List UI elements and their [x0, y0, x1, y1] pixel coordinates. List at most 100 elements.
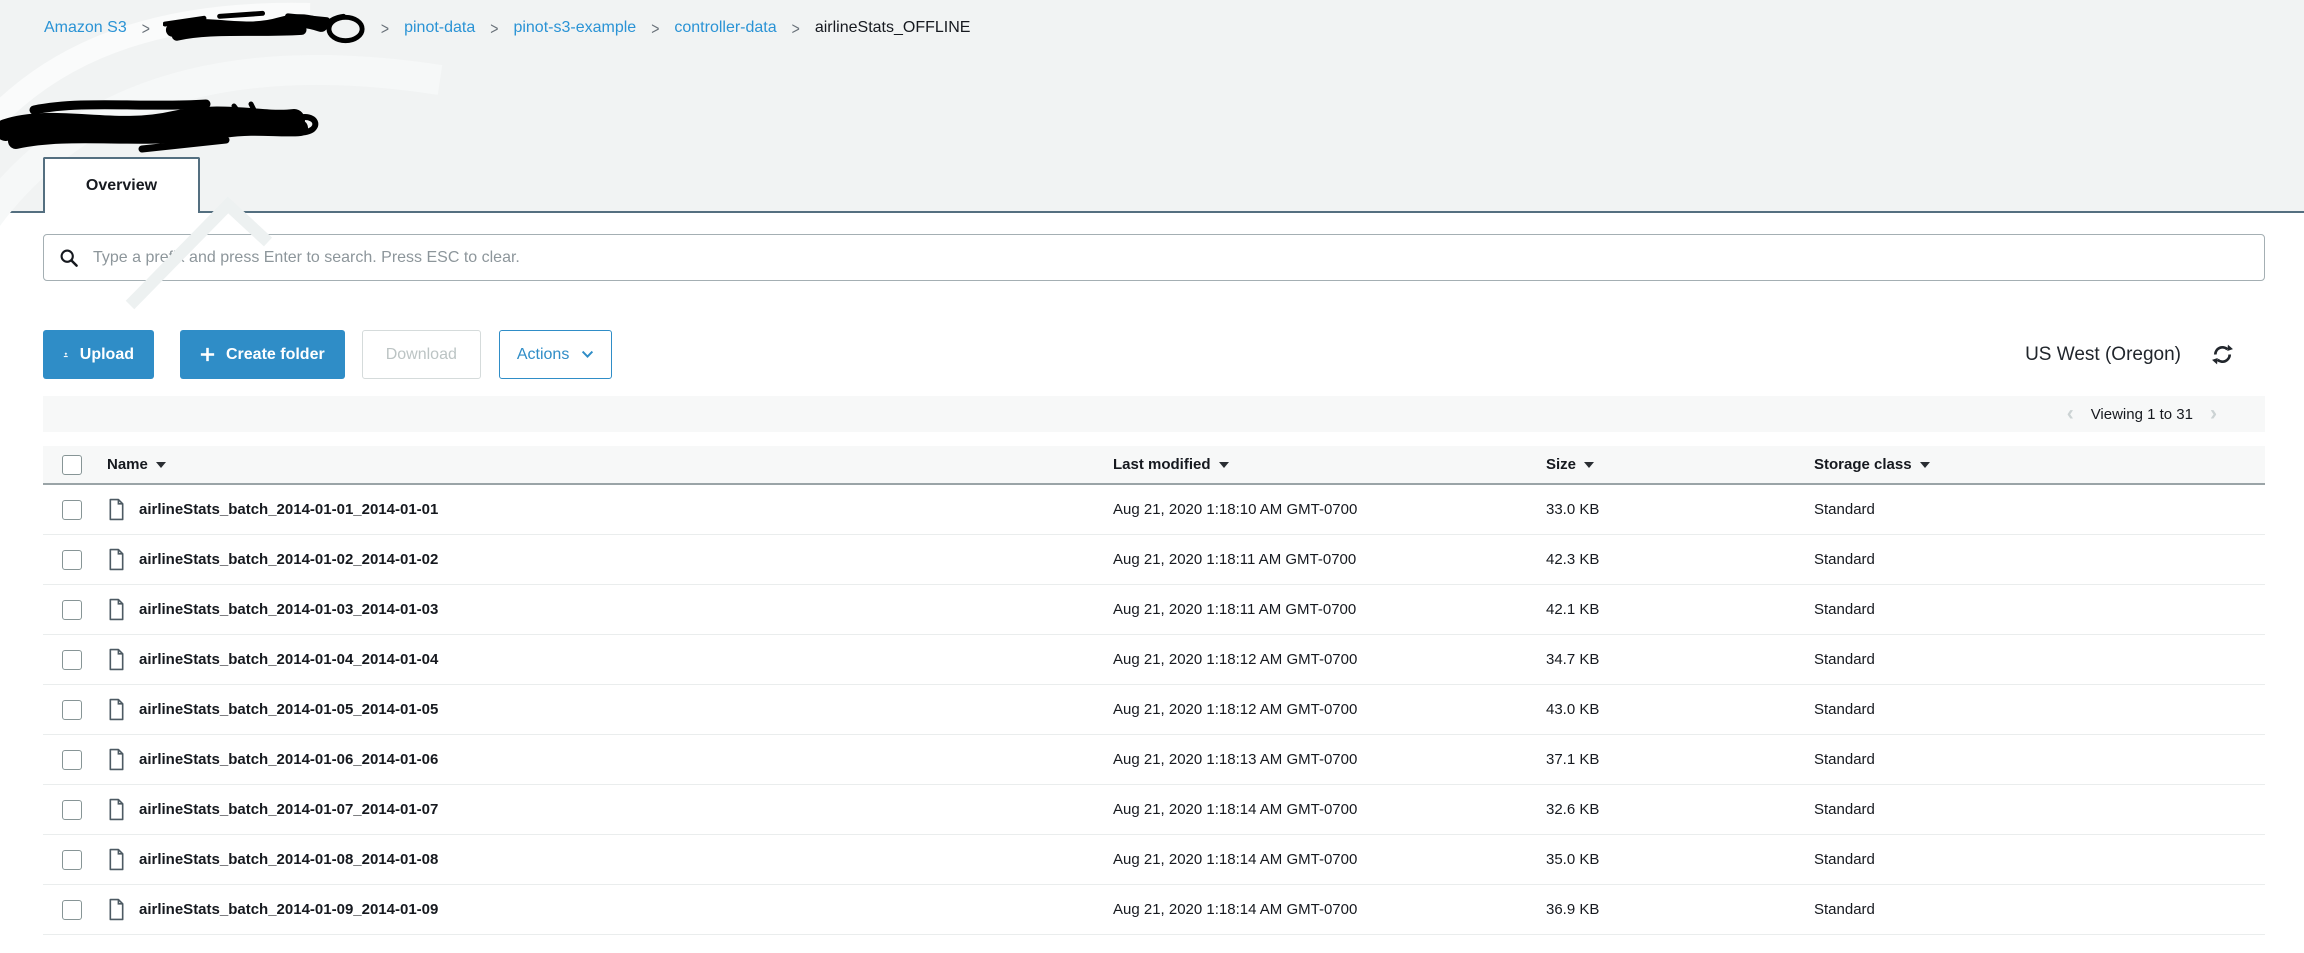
table-row[interactable]: airlineStats_batch_2014-01-07_2014-01-07…	[43, 785, 2265, 835]
object-name-link[interactable]: airlineStats_batch_2014-01-03_2014-01-03	[139, 601, 438, 618]
breadcrumb-separator: >	[792, 18, 800, 38]
object-last-modified: Aug 21, 2020 1:18:14 AM GMT-0700	[1113, 851, 1546, 868]
breadcrumb-separator: >	[490, 18, 498, 38]
tab-overview[interactable]: Overview	[43, 157, 200, 213]
object-name-link[interactable]: airlineStats_batch_2014-01-02_2014-01-02	[139, 551, 438, 568]
table-row[interactable]: airlineStats_batch_2014-01-05_2014-01-05…	[43, 685, 2265, 735]
table-row[interactable]: airlineStats_batch_2014-01-02_2014-01-02…	[43, 535, 2265, 585]
table-row[interactable]: airlineStats_batch_2014-01-06_2014-01-06…	[43, 735, 2265, 785]
breadcrumb-link-pinot-data[interactable]: pinot-data	[404, 19, 475, 37]
object-storage-class: Standard	[1814, 801, 2265, 818]
object-name-link[interactable]: airlineStats_batch_2014-01-08_2014-01-08	[139, 851, 438, 868]
object-size: 33.0 KB	[1546, 501, 1814, 518]
object-storage-class: Standard	[1814, 901, 2265, 918]
table-row[interactable]: airlineStats_batch_2014-01-09_2014-01-09…	[43, 885, 2265, 935]
object-name-link[interactable]: airlineStats_batch_2014-01-09_2014-01-09	[139, 901, 438, 918]
actions-menu-button[interactable]: Actions	[499, 330, 612, 379]
column-header-last-modified-label: Last modified	[1113, 456, 1211, 473]
region-label: US West (Oregon)	[2025, 344, 2181, 366]
object-storage-class: Standard	[1814, 501, 2265, 518]
object-storage-class: Standard	[1814, 551, 2265, 568]
object-storage-class: Standard	[1814, 651, 2265, 668]
toolbar: Upload Create folder Download Actions US…	[43, 330, 2265, 379]
table-row[interactable]: airlineStats_batch_2014-01-08_2014-01-08…	[43, 835, 2265, 885]
object-size: 43.0 KB	[1546, 701, 1814, 718]
row-checkbox[interactable]	[62, 900, 82, 920]
download-button[interactable]: Download	[362, 330, 481, 379]
object-size: 42.1 KB	[1546, 601, 1814, 618]
table-row[interactable]: airlineStats_batch_2014-01-04_2014-01-04…	[43, 635, 2265, 685]
object-storage-class: Standard	[1814, 751, 2265, 768]
overview-panel: Upload Create folder Download Actions US…	[0, 234, 2304, 935]
column-header-name[interactable]: Name	[107, 456, 166, 473]
actions-button-label: Actions	[517, 346, 569, 364]
row-checkbox[interactable]	[62, 700, 82, 720]
search-input[interactable]	[93, 249, 2249, 267]
pagination-status: Viewing 1 to 31	[2091, 406, 2193, 423]
upload-button[interactable]: Upload	[43, 330, 154, 379]
pagination-prev-icon[interactable]: ‹	[2067, 403, 2074, 424]
refresh-icon	[2211, 343, 2234, 366]
object-last-modified: Aug 21, 2020 1:18:11 AM GMT-0700	[1113, 601, 1546, 618]
object-list: airlineStats_batch_2014-01-01_2014-01-01…	[43, 485, 2265, 935]
object-last-modified: Aug 21, 2020 1:18:14 AM GMT-0700	[1113, 901, 1546, 918]
chevron-down-icon	[581, 350, 594, 359]
column-header-storage-class-label: Storage class	[1814, 456, 1912, 473]
object-size: 35.0 KB	[1546, 851, 1814, 868]
row-checkbox[interactable]	[62, 850, 82, 870]
row-checkbox[interactable]	[62, 600, 82, 620]
row-checkbox[interactable]	[62, 500, 82, 520]
row-checkbox[interactable]	[62, 650, 82, 670]
file-icon	[107, 598, 126, 621]
refresh-button[interactable]	[2210, 343, 2234, 367]
breadcrumb-link-amazon-s3[interactable]: Amazon S3	[44, 19, 127, 37]
object-last-modified: Aug 21, 2020 1:18:12 AM GMT-0700	[1113, 651, 1546, 668]
column-header-storage-class[interactable]: Storage class	[1814, 456, 1930, 473]
prefix-search	[43, 234, 2265, 281]
object-last-modified: Aug 21, 2020 1:18:12 AM GMT-0700	[1113, 701, 1546, 718]
object-size: 34.7 KB	[1546, 651, 1814, 668]
object-name-link[interactable]: airlineStats_batch_2014-01-04_2014-01-04	[139, 651, 438, 668]
object-last-modified: Aug 21, 2020 1:18:13 AM GMT-0700	[1113, 751, 1546, 768]
object-name-link[interactable]: airlineStats_batch_2014-01-06_2014-01-06	[139, 751, 438, 768]
pagination-next-icon[interactable]: ›	[2210, 403, 2217, 424]
create-folder-button[interactable]: Create folder	[180, 330, 345, 379]
file-icon	[107, 548, 126, 571]
region-group: US West (Oregon)	[2025, 343, 2234, 367]
create-folder-button-label: Create folder	[226, 346, 325, 364]
object-name-link[interactable]: airlineStats_batch_2014-01-01_2014-01-01	[139, 501, 438, 518]
object-size: 37.1 KB	[1546, 751, 1814, 768]
row-checkbox[interactable]	[62, 750, 82, 770]
table-row[interactable]: airlineStats_batch_2014-01-03_2014-01-03…	[43, 585, 2265, 635]
row-checkbox[interactable]	[62, 550, 82, 570]
table-header-row: Name Last modified Size Storage class	[43, 446, 2265, 485]
file-icon	[107, 848, 126, 871]
object-storage-class: Standard	[1814, 601, 2265, 618]
plus-icon	[200, 347, 215, 362]
column-header-last-modified[interactable]: Last modified	[1113, 456, 1229, 473]
page-header: Amazon S3 > > pinot-data > pinot-s3-exam…	[0, 0, 2304, 213]
file-icon	[107, 498, 126, 521]
object-last-modified: Aug 21, 2020 1:18:11 AM GMT-0700	[1113, 551, 1546, 568]
breadcrumb-separator: >	[381, 18, 389, 38]
upload-button-label: Upload	[80, 346, 134, 364]
object-size: 36.9 KB	[1546, 901, 1814, 918]
object-name-link[interactable]: airlineStats_batch_2014-01-05_2014-01-05	[139, 701, 438, 718]
redaction-scribble-bucket-title	[0, 88, 324, 166]
breadcrumb-separator: >	[651, 18, 659, 38]
column-header-name-label: Name	[107, 456, 148, 473]
table-row[interactable]: airlineStats_batch_2014-01-01_2014-01-01…	[43, 485, 2265, 535]
select-all-checkbox[interactable]	[62, 455, 82, 475]
file-icon	[107, 748, 126, 771]
sort-caret-icon	[156, 462, 166, 468]
object-name-link[interactable]: airlineStats_batch_2014-01-07_2014-01-07	[139, 801, 438, 818]
breadcrumb-separator: >	[142, 18, 150, 38]
breadcrumb: Amazon S3 > > pinot-data > pinot-s3-exam…	[44, 13, 970, 43]
file-icon	[107, 898, 126, 921]
breadcrumb-link-controller-data[interactable]: controller-data	[674, 19, 776, 37]
sort-caret-icon	[1584, 462, 1594, 468]
breadcrumb-link-pinot-s3-example[interactable]: pinot-s3-example	[513, 19, 636, 37]
row-checkbox[interactable]	[62, 800, 82, 820]
breadcrumb-current-prefix: airlineStats_OFFLINE	[815, 19, 971, 37]
column-header-size[interactable]: Size	[1546, 456, 1594, 473]
